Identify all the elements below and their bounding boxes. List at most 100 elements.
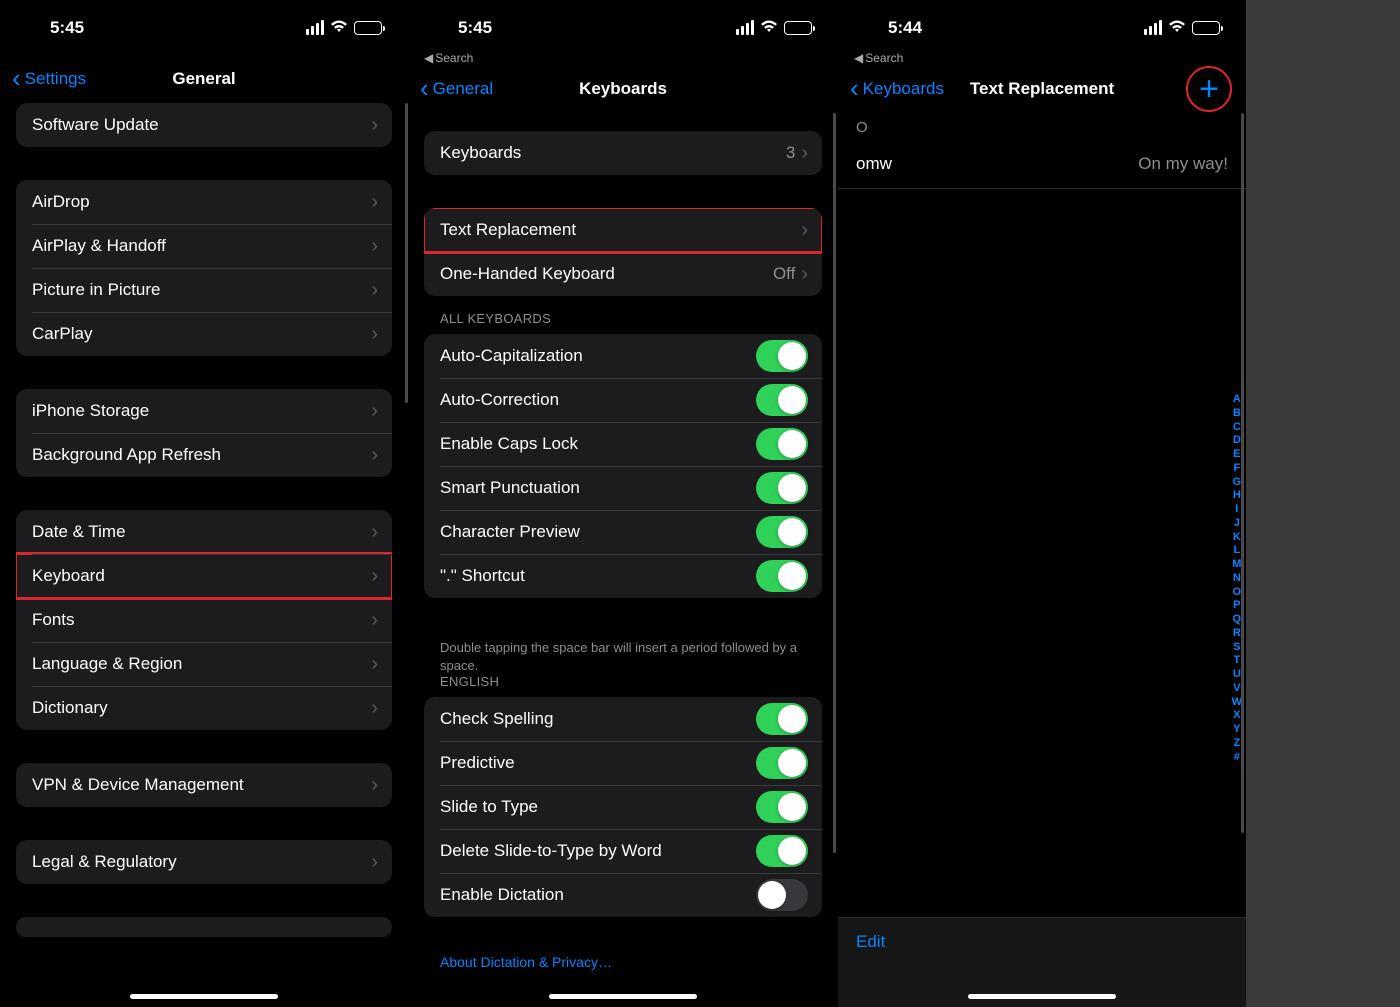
- chevron-right-icon: ›: [801, 142, 808, 165]
- status-time: 5:45: [458, 18, 492, 38]
- chevron-right-icon: ›: [371, 521, 378, 544]
- edit-button[interactable]: Edit: [856, 932, 885, 951]
- row-label: Smart Punctuation: [440, 478, 756, 498]
- row-label: One-Handed Keyboard: [440, 264, 773, 284]
- settings-row[interactable]: AirDrop›: [16, 180, 392, 224]
- row-label: Date & Time: [32, 522, 371, 542]
- settings-row[interactable]: Keyboard›: [16, 554, 392, 598]
- back-button[interactable]: ‹ Settings: [12, 68, 86, 91]
- toggle-row: Slide to Type: [424, 785, 822, 829]
- back-to-search[interactable]: ◀︎ Search: [838, 51, 1246, 65]
- chevron-right-icon: ›: [371, 400, 378, 423]
- screen-general: 5:45 ‹ Settings General Software Update›…: [0, 0, 408, 1007]
- toggle-row: Smart Punctuation: [424, 466, 822, 510]
- settings-group: [16, 917, 392, 937]
- chevron-right-icon: ›: [371, 323, 378, 346]
- replacement-row[interactable]: omw On my way!: [838, 140, 1246, 189]
- signal-icon: [736, 20, 754, 35]
- home-indicator[interactable]: [130, 994, 278, 999]
- row-label: AirDrop: [32, 192, 371, 212]
- row-label: CarPlay: [32, 324, 371, 344]
- settings-row[interactable]: iPhone Storage›: [16, 389, 392, 433]
- status-bar: 5:45: [0, 0, 408, 55]
- dictation-privacy-link[interactable]: About Dictation & Privacy…: [408, 950, 838, 974]
- toggle-switch[interactable]: [756, 472, 808, 504]
- row-label: Enable Caps Lock: [440, 434, 756, 454]
- settings-row[interactable]: CarPlay›: [16, 312, 392, 356]
- shortcut-text: omw: [856, 154, 892, 174]
- row-label: Background App Refresh: [32, 445, 371, 465]
- back-to-search[interactable]: ◀︎ Search: [408, 51, 838, 65]
- add-button[interactable]: +: [1186, 66, 1232, 112]
- row-label: Picture in Picture: [32, 280, 371, 300]
- settings-row[interactable]: Picture in Picture›: [16, 268, 392, 312]
- toggle-switch[interactable]: [756, 516, 808, 548]
- status-time: 5:45: [50, 18, 84, 38]
- settings-row[interactable]: Software Update›: [16, 103, 392, 147]
- chevron-right-icon: ›: [371, 444, 378, 467]
- row-keyboards[interactable]: Keyboards 3 ›: [424, 131, 822, 175]
- scrollbar-thumb[interactable]: [405, 103, 408, 403]
- section-header-all: ALL KEYBOARDS: [408, 311, 838, 334]
- keyboards-list: Keyboards 3 › Text Replacement›One-Hande…: [408, 113, 838, 988]
- toggle-switch[interactable]: [756, 340, 808, 372]
- row-label: Language & Region: [32, 654, 371, 674]
- nav-bar: ‹ Settings General: [0, 55, 408, 103]
- battery-icon: [354, 21, 382, 35]
- section-letter: O: [838, 113, 1246, 140]
- chevron-right-icon: ›: [371, 114, 378, 137]
- row-label: "." Shortcut: [440, 566, 756, 586]
- page-title: General: [172, 69, 235, 89]
- chevron-left-icon: ‹: [12, 65, 21, 91]
- toggle-switch[interactable]: [756, 747, 808, 779]
- toggle-switch[interactable]: [756, 384, 808, 416]
- status-bar: 5:44: [838, 0, 1246, 55]
- toggle-switch[interactable]: [756, 703, 808, 735]
- toggle-row: "." Shortcut: [424, 554, 822, 598]
- row-label: Enable Dictation: [440, 885, 756, 905]
- chevron-right-icon: ›: [371, 565, 378, 588]
- settings-row[interactable]: Background App Refresh›: [16, 433, 392, 477]
- settings-row[interactable]: Legal & Regulatory›: [16, 840, 392, 884]
- chevron-right-icon: ›: [371, 851, 378, 874]
- settings-group: Date & Time›Keyboard›Fonts›Language & Re…: [16, 510, 392, 730]
- settings-row[interactable]: One-Handed KeyboardOff›: [424, 252, 822, 296]
- group-english: Check SpellingPredictiveSlide to TypeDel…: [424, 697, 822, 917]
- row-label: Dictionary: [32, 698, 371, 718]
- row-label: Predictive: [440, 753, 756, 773]
- toggle-switch[interactable]: [756, 428, 808, 460]
- status-bar: 5:45: [408, 0, 838, 55]
- home-indicator[interactable]: [968, 994, 1116, 999]
- toggle-switch[interactable]: [756, 791, 808, 823]
- settings-list: Software Update›AirDrop›AirPlay & Handof…: [0, 103, 408, 970]
- row-label: AirPlay & Handoff: [32, 236, 371, 256]
- toggle-row: Character Preview: [424, 510, 822, 554]
- toggle-row: Auto-Capitalization: [424, 334, 822, 378]
- settings-row[interactable]: Fonts›: [16, 598, 392, 642]
- settings-group: Legal & Regulatory›: [16, 840, 392, 884]
- toggle-row: Enable Caps Lock: [424, 422, 822, 466]
- chevron-right-icon: ›: [371, 774, 378, 797]
- plus-icon: +: [1199, 70, 1219, 109]
- settings-row[interactable]: Date & Time›: [16, 510, 392, 554]
- settings-row[interactable]: Text Replacement›: [424, 208, 822, 252]
- settings-row[interactable]: VPN & Device Management›: [16, 763, 392, 807]
- home-indicator[interactable]: [549, 994, 697, 999]
- scrollbar-thumb[interactable]: [1241, 113, 1244, 833]
- chevron-right-icon: ›: [371, 653, 378, 676]
- scrollbar-thumb[interactable]: [833, 113, 836, 853]
- toggle-switch[interactable]: [756, 879, 808, 911]
- phrase-text: On my way!: [1138, 154, 1228, 174]
- toggle-row: Auto-Correction: [424, 378, 822, 422]
- toggle-switch[interactable]: [756, 835, 808, 867]
- toggle-row: Delete Slide-to-Type by Word: [424, 829, 822, 873]
- settings-row[interactable]: Language & Region›: [16, 642, 392, 686]
- page-title: Keyboards: [579, 79, 667, 99]
- row-label: Slide to Type: [440, 797, 756, 817]
- settings-row[interactable]: AirPlay & Handoff›: [16, 224, 392, 268]
- back-button[interactable]: ‹ General: [420, 78, 493, 101]
- toggle-switch[interactable]: [756, 560, 808, 592]
- settings-row[interactable]: Dictionary›: [16, 686, 392, 730]
- chevron-right-icon: ›: [371, 697, 378, 720]
- back-button[interactable]: ‹ Keyboards: [850, 78, 944, 101]
